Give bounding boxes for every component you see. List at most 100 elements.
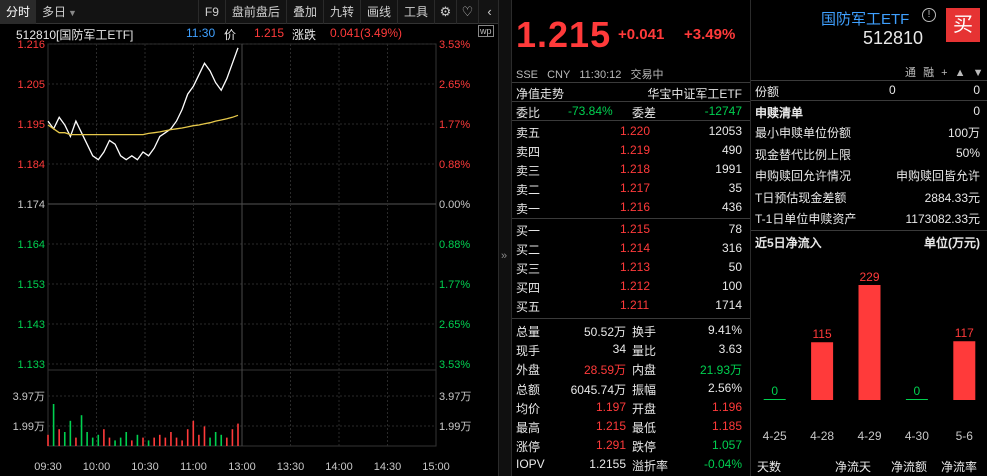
volume-bar	[153, 437, 155, 446]
gear-icon[interactable]: ⚙	[434, 0, 456, 24]
bid-level-label: 买四	[516, 281, 541, 295]
up-arrow-icon[interactable]: ▲	[955, 67, 966, 79]
bid-row[interactable]: 买二 1.214 316	[512, 239, 750, 258]
price-change-pct: +3.49%	[684, 26, 736, 43]
stat-label: 换手	[632, 325, 657, 339]
panel-divider[interactable]	[498, 0, 512, 476]
ask-price: 1.218	[620, 162, 651, 176]
volume-bar	[69, 420, 72, 446]
overlay-button[interactable]: 叠加	[285, 0, 323, 24]
volume-bar	[181, 440, 183, 446]
tong-icon[interactable]: 通	[905, 67, 916, 79]
weicha-value: -12747	[704, 104, 742, 118]
bid-row[interactable]: 买五 1.211 1714	[512, 296, 750, 315]
footer-net-days[interactable]: 净流天	[835, 458, 871, 475]
ask-row[interactable]: 卖四 1.219 490	[512, 141, 750, 160]
tab-multiday[interactable]: 多日 ▼	[36, 0, 83, 24]
bid-row[interactable]: 买三 1.213 50	[512, 258, 750, 277]
bid-row[interactable]: 买一 1.215 78	[512, 220, 750, 239]
inflow-value-label: 117	[955, 326, 974, 340]
volume-bar	[220, 434, 223, 446]
currency: CNY	[547, 69, 571, 81]
inflow-date-label: 4-28	[810, 429, 834, 443]
volume-bar	[237, 423, 239, 446]
volume-bar	[108, 437, 111, 446]
stat-value: 1.057	[711, 438, 742, 453]
footer-net-rate[interactable]: 净流率	[941, 458, 977, 475]
tab-multiday-label: 多日	[42, 4, 67, 19]
y-price-tick: 1.195	[17, 119, 45, 131]
double-chevron-right-icon[interactable]: »	[501, 250, 507, 262]
sg-value: 0	[973, 104, 980, 118]
inflow-value-label: 0	[771, 384, 778, 398]
etf-tool-icons: 通 融 + ▲ ▼	[901, 64, 983, 80]
y-price-tick: 1.174	[17, 199, 45, 211]
footer-days[interactable]: 天数	[757, 458, 781, 475]
ask-row[interactable]: 卖一 1.216 436	[512, 198, 750, 217]
x-tick: 09:30	[34, 461, 62, 473]
stat-value: 50.52万	[583, 325, 626, 339]
volume-bar	[214, 432, 217, 446]
plus-icon[interactable]: +	[941, 67, 947, 79]
etf-code: 512810	[863, 28, 924, 48]
volume-tick: 1.99万	[439, 421, 471, 433]
bid-volume: 100	[721, 279, 742, 293]
bid-price: 1.211	[620, 298, 650, 312]
etf-name[interactable]: 国防军工ETF	[821, 8, 909, 29]
stat-value: 2.56%	[707, 380, 742, 395]
tools-button[interactable]: 工具	[396, 0, 434, 24]
stat-row: IOPV 1.2155 溢折率 -0.04%	[512, 455, 750, 474]
sg-header[interactable]: 申赎清单 0	[751, 102, 987, 121]
ask-row[interactable]: 卖五 1.220 12053	[512, 122, 750, 141]
bid-row[interactable]: 买四 1.212 100	[512, 277, 750, 296]
ask-level-label: 卖二	[516, 183, 541, 197]
y-price-tick: 1.133	[17, 359, 45, 371]
volume-tick: 3.97万	[13, 391, 45, 403]
volume-bar	[131, 440, 133, 446]
chevron-left-icon[interactable]: ‹	[478, 0, 500, 24]
exchange: SSE	[516, 69, 539, 81]
info-icon[interactable]: !	[922, 8, 936, 22]
sg-row-label: T-1日单位申赎资产	[755, 212, 857, 226]
down-arrow-icon[interactable]: ▼	[973, 67, 984, 79]
stat-value: 21.93万	[699, 363, 742, 378]
inflow-bar	[953, 341, 976, 400]
y-price-tick: 1.205	[17, 79, 45, 91]
pre-post-market-button[interactable]: 盘前盘后	[224, 0, 286, 24]
volume-bar	[47, 434, 49, 446]
volume-bar	[97, 434, 100, 446]
footer-net-amount[interactable]: 净流额	[891, 458, 927, 475]
sg-row-label: 最小申赎单位份额	[755, 126, 852, 140]
volume-bar	[52, 404, 55, 446]
rong-icon[interactable]: 融	[923, 67, 934, 79]
stat-label: 跌停	[632, 440, 657, 455]
tab-intraday[interactable]: 分时	[0, 0, 37, 24]
bid-volume: 316	[721, 241, 742, 255]
bid-volume: 1714	[715, 298, 742, 312]
y-pct-tick: 3.53%	[439, 359, 470, 371]
sg-row-value: 2884.33元	[924, 190, 980, 205]
bid-level-label: 买五	[516, 300, 541, 314]
ask-row[interactable]: 卖三 1.218 1991	[512, 160, 750, 179]
share-value-2: 0	[973, 83, 980, 97]
share-row: 份额 0 0	[751, 81, 987, 100]
intraday-chart[interactable]: 1.216 3.53% 1.205 2.65% 1.195 1.77% 1.184 0.88%…	[0, 40, 500, 476]
weibi-row: 委比 -73.84% 委差 -12747	[512, 102, 750, 121]
nav-row[interactable]: 净值走势 华宝中证军工ETF	[512, 83, 750, 102]
stat-value: 3.63	[718, 342, 742, 357]
y-pct-tick: 1.77%	[439, 119, 470, 131]
buy-button[interactable]: 买	[946, 8, 980, 42]
nine-turn-button[interactable]: 九转	[322, 0, 360, 24]
net-inflow-chart: 0 4-25 115 4-28 229 4-29 0 4-30 117 5-6	[763, 270, 976, 443]
divider	[751, 100, 987, 101]
divider	[512, 120, 750, 121]
draw-line-button[interactable]: 画线	[359, 0, 397, 24]
f9-button[interactable]: F9	[197, 0, 225, 24]
heart-icon[interactable]: ♡	[456, 0, 478, 24]
volume-bar	[175, 437, 178, 446]
ask-price: 1.219	[620, 143, 651, 157]
wp-icon[interactable]: wp	[478, 25, 494, 37]
sg-row: 现金替代比例上限 50%	[751, 144, 987, 163]
ask-row[interactable]: 卖二 1.217 35	[512, 179, 750, 198]
x-tick: 13:30	[277, 461, 305, 473]
